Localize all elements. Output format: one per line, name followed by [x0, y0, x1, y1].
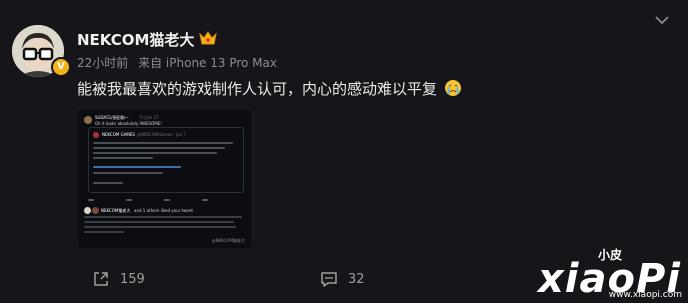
chevron-down-icon[interactable]	[650, 8, 674, 32]
embed-avatar	[84, 116, 92, 124]
post-source: 来自 iPhone 13 Pro Max	[138, 56, 277, 70]
post-text: 能被我最喜欢的游戏制作人认可，内心的感动难以平复	[77, 78, 462, 99]
username[interactable]: NEKCOM猫老大	[77, 29, 194, 50]
repost-count: 159	[120, 271, 145, 287]
comment-count: 32	[348, 271, 365, 287]
watermark-url: www.xiaopi.com	[608, 290, 682, 300]
repost-button[interactable]: 159	[92, 270, 145, 288]
site-watermark: xiaoPi 小皮 www.xiaopi.com	[538, 246, 684, 302]
share-icon	[94, 272, 108, 286]
quote-author: NEKCOM GAMES	[102, 132, 135, 137]
reply-text: and 1 others liked your tweet	[134, 208, 193, 213]
crown-icon	[199, 31, 217, 45]
embed-quote: NEKCOM GAMES @NEKCOMGames · Jan 7	[88, 127, 244, 193]
comment-button[interactable]: 32	[320, 270, 365, 288]
quote-avatar	[93, 132, 99, 138]
reply-avatar-1	[84, 207, 91, 214]
comment-icon	[321, 272, 337, 287]
post-time: 22小时前	[77, 56, 129, 70]
verified-badge: V	[51, 57, 71, 77]
embed-watermark: @NEKCOM猫老大	[211, 238, 245, 243]
crying-emoji-icon	[444, 80, 461, 96]
embed-tweet-date: Fri Jan 27	[140, 115, 159, 120]
post-meta: 22小时前 来自 iPhone 13 Pro Max	[77, 54, 277, 71]
reply-avatar-2	[92, 207, 99, 214]
quote-handle: @NEKCOMGames · Jan 7	[137, 132, 187, 137]
embed-tweet-text: Oh it looks absolutely AWESOME!	[95, 121, 162, 126]
post-image[interactable]: SUDA51/須田剛一 Fri Jan 27 Oh it looks absol…	[78, 110, 251, 248]
post-body: 能被我最喜欢的游戏制作人认可，内心的感动难以平复	[77, 80, 438, 98]
reply-author: NEKCOM猫老大	[101, 208, 131, 213]
watermark-small: 小皮	[598, 248, 623, 262]
